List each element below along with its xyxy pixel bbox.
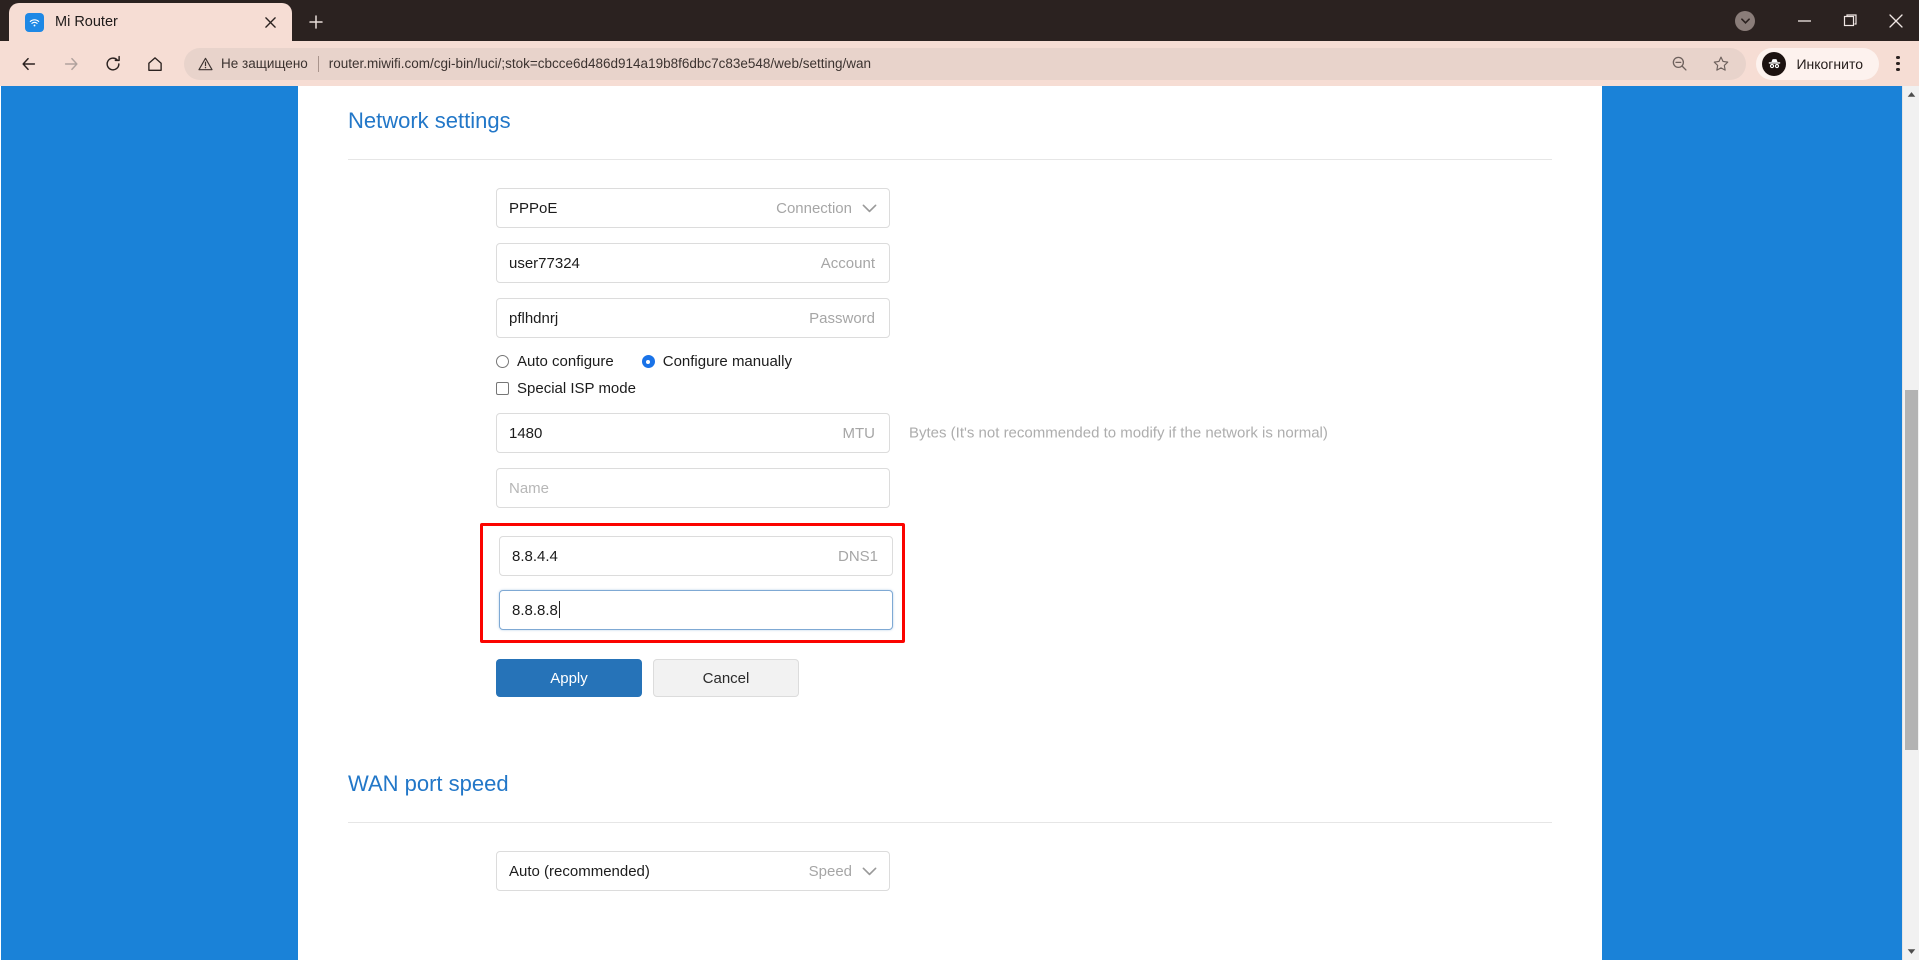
wan-speed-value: Auto (recommended) bbox=[509, 862, 650, 880]
radio-button-selected-icon[interactable] bbox=[641, 355, 655, 368]
form-actions: Apply Cancel bbox=[496, 659, 1552, 697]
triangle-up-icon[interactable] bbox=[1903, 86, 1919, 103]
text-cursor bbox=[558, 601, 560, 618]
browser-window: Mi Router Не защищено router.miwifi.com/… bbox=[0, 0, 1919, 960]
incognito-icon bbox=[1762, 51, 1787, 76]
tab-title: Mi Router bbox=[55, 14, 118, 30]
wan-port-speed-title: WAN port speed bbox=[348, 771, 509, 796]
special-isp-mode-checkbox-row[interactable]: Special ISP mode bbox=[496, 380, 1552, 397]
mtu-label: MTU bbox=[842, 424, 876, 442]
chevron-down-icon bbox=[862, 204, 877, 213]
wan-port-speed-section: WAN port speed Auto (recommended) Speed bbox=[298, 749, 1602, 891]
address-bar[interactable]: Не защищено router.miwifi.com/cgi-bin/lu… bbox=[184, 47, 1747, 81]
connection-type-select[interactable]: PPPoE Connection bbox=[496, 188, 890, 228]
mtu-input[interactable]: 1480 MTU Bytes (It's not recommended to … bbox=[496, 413, 1328, 453]
password-input[interactable]: pflhdnrj Password bbox=[496, 298, 890, 338]
home-icon[interactable] bbox=[138, 47, 172, 81]
mtu-hint-text: Bytes (It's not recommended to modify if… bbox=[909, 424, 1328, 442]
router-settings-page: Network settings PPPoE Connection user77… bbox=[298, 86, 1602, 960]
url-text[interactable]: router.miwifi.com/cgi-bin/luci/;stok=cbc… bbox=[329, 56, 1659, 71]
wan-speed-label: Speed bbox=[808, 862, 852, 880]
wan-speed-select[interactable]: Auto (recommended) Speed bbox=[496, 851, 890, 891]
browser-tab[interactable]: Mi Router bbox=[9, 3, 292, 41]
tab-strip: Mi Router bbox=[0, 0, 1919, 41]
window-controls bbox=[1735, 0, 1919, 41]
checkbox-icon[interactable] bbox=[496, 382, 509, 395]
special-isp-mode-label: Special ISP mode bbox=[517, 380, 636, 397]
page-viewport: Network settings PPPoE Connection user77… bbox=[0, 86, 1919, 960]
connection-type-value: PPPoE bbox=[509, 199, 558, 217]
zoom-out-icon[interactable] bbox=[1662, 47, 1696, 81]
network-settings-section: Network settings PPPoE Connection user77… bbox=[298, 86, 1602, 697]
dns2-value: 8.8.8.8 bbox=[500, 601, 892, 619]
back-arrow-icon[interactable] bbox=[12, 47, 46, 81]
mtu-value: 1480 bbox=[509, 424, 543, 442]
account-input[interactable]: user77324 Account bbox=[496, 243, 890, 283]
config-mode-radio-group: Auto configure Configure manually bbox=[496, 353, 1552, 370]
incognito-label: Инкогнито bbox=[1796, 55, 1863, 72]
omnibox-divider bbox=[317, 55, 319, 72]
wan-settings-form: PPPoE Connection user77324 Account pflhd… bbox=[348, 160, 1552, 697]
omnibox-actions bbox=[1658, 47, 1742, 81]
cancel-button[interactable]: Cancel bbox=[653, 659, 799, 697]
dns1-label: DNS1 bbox=[837, 547, 878, 565]
account-label: Account bbox=[820, 254, 875, 272]
new-tab-button[interactable] bbox=[299, 5, 333, 39]
account-value: user77324 bbox=[509, 254, 580, 272]
incognito-badge[interactable]: Инкогнито bbox=[1756, 47, 1879, 80]
radio-auto-configure-label: Auto configure bbox=[517, 353, 614, 370]
apply-button[interactable]: Apply bbox=[496, 659, 642, 697]
radio-configure-manually-label: Configure manually bbox=[662, 353, 792, 370]
browser-toolbar: Не защищено router.miwifi.com/cgi-bin/lu… bbox=[0, 41, 1919, 86]
chevron-down-icon bbox=[862, 867, 877, 876]
page-left-edge bbox=[0, 86, 1, 960]
password-label: Password bbox=[809, 309, 875, 327]
three-dots-icon[interactable] bbox=[1883, 47, 1913, 81]
radio-configure-manually[interactable]: Configure manually bbox=[641, 353, 792, 370]
star-icon[interactable] bbox=[1704, 47, 1738, 81]
security-status-text: Не защищено bbox=[221, 56, 308, 71]
dns1-value: 8.8.4.4 bbox=[512, 547, 558, 565]
warning-triangle-icon bbox=[198, 57, 213, 71]
maximize-icon[interactable] bbox=[1827, 0, 1873, 41]
radio-auto-configure[interactable]: Auto configure bbox=[496, 353, 614, 370]
dns2-text: 8.8.8.8 bbox=[512, 602, 558, 619]
service-name-placeholder: Name bbox=[509, 479, 550, 497]
radio-button-icon[interactable] bbox=[496, 355, 509, 368]
close-icon[interactable] bbox=[258, 10, 282, 34]
window-close-button[interactable] bbox=[1873, 0, 1919, 41]
triangle-down-icon[interactable] bbox=[1903, 943, 1919, 960]
page-title: Network settings bbox=[348, 108, 511, 133]
connection-type-label: Connection bbox=[776, 199, 852, 217]
dns-highlight-box: 8.8.4.4 DNS1 8.8.8.8 bbox=[480, 523, 905, 643]
chevron-down-icon[interactable] bbox=[1735, 10, 1755, 31]
wifi-icon bbox=[25, 12, 44, 32]
forward-arrow-icon[interactable] bbox=[54, 47, 88, 81]
site-security-status[interactable]: Не защищено bbox=[198, 56, 308, 71]
scrollbar-thumb[interactable] bbox=[1905, 390, 1918, 750]
password-value: pflhdnrj bbox=[509, 309, 559, 327]
dns2-input[interactable]: 8.8.8.8 bbox=[499, 590, 893, 630]
wan-port-speed-form: Auto (recommended) Speed bbox=[348, 823, 1552, 891]
page-scrollbar[interactable] bbox=[1902, 86, 1919, 960]
reload-icon[interactable] bbox=[96, 47, 130, 81]
toolbar-right: Инкогнито bbox=[1752, 47, 1913, 81]
dns1-input[interactable]: 8.8.4.4 DNS1 bbox=[499, 536, 893, 576]
service-name-input[interactable]: Name bbox=[496, 468, 890, 508]
minimize-button[interactable] bbox=[1781, 0, 1827, 41]
